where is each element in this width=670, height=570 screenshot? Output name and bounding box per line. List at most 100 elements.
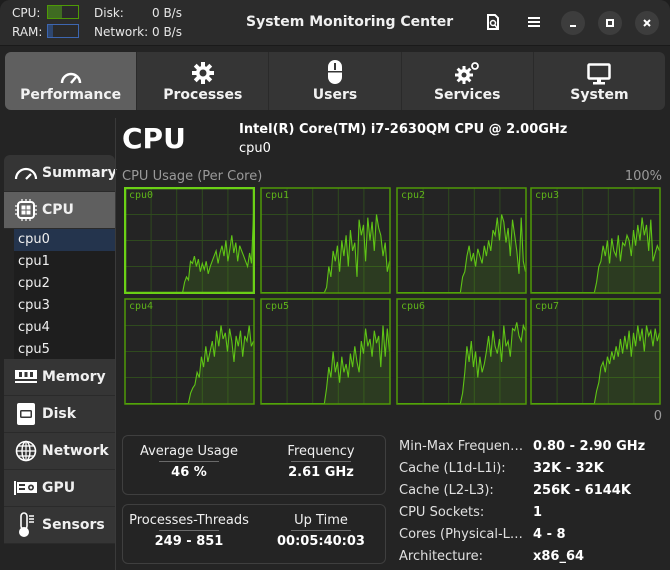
stat-value: 00:05:40:03 bbox=[277, 534, 365, 549]
sidebar-item-gpu[interactable]: GPU bbox=[4, 470, 115, 507]
tab-label: System bbox=[570, 87, 629, 103]
page-title: CPU bbox=[122, 122, 186, 155]
stat-frequency: Frequency 2.61 GHz bbox=[255, 436, 387, 480]
stat-value: 249 - 851 bbox=[154, 534, 224, 549]
cpu-list-item[interactable]: cpu2 bbox=[14, 273, 115, 295]
tab-services[interactable]: Services bbox=[402, 52, 534, 110]
close-icon bbox=[643, 19, 651, 27]
sidebar: Summary CPU cpu0 cpu1 cpu2 cpu3 cpu4 cpu… bbox=[4, 155, 117, 545]
usage-graph-title: CPU Usage (Per Core) bbox=[122, 169, 263, 184]
info-value: 0.80 - 2.90 GHz bbox=[533, 438, 646, 454]
usage-area-cpu1 bbox=[261, 214, 390, 293]
tab-label: Services bbox=[433, 87, 501, 103]
info-row-cpu-sockets: CPU Sockets: 1 bbox=[399, 501, 645, 523]
stat-label: Frequency bbox=[287, 444, 355, 459]
cpu-list-item[interactable]: cpu5 bbox=[14, 339, 115, 361]
stat-average-usage: Average Usage 46 % bbox=[123, 436, 255, 480]
report-button[interactable] bbox=[481, 10, 505, 34]
mini-cpu-bar-fill bbox=[48, 6, 62, 18]
gears-icon bbox=[455, 62, 480, 84]
tab-processes[interactable]: Processes bbox=[137, 52, 270, 110]
globe-icon bbox=[15, 440, 37, 462]
cpu-list-item[interactable]: cpu1 bbox=[14, 251, 115, 273]
sidebar-item-cpu[interactable]: CPU bbox=[4, 192, 115, 229]
mouse-icon bbox=[328, 60, 342, 84]
core-graph-cpu2[interactable]: cpu2 bbox=[396, 187, 527, 294]
core-graph-label: cpu2 bbox=[401, 190, 426, 201]
cpu-list-item[interactable]: cpu0 bbox=[14, 229, 115, 251]
core-graph-label: cpu4 bbox=[129, 301, 154, 312]
sidebar-item-network[interactable]: Network bbox=[4, 433, 115, 470]
mini-ram-label: RAM: bbox=[12, 25, 43, 39]
core-graph-label: cpu6 bbox=[401, 301, 426, 312]
sidebar-item-label: Sensors bbox=[42, 517, 105, 533]
info-row-cores: Cores (Physical-L… 4 - 8 bbox=[399, 523, 645, 545]
gear-icon bbox=[191, 62, 214, 84]
info-value: 32K - 32K bbox=[533, 460, 604, 476]
info-row-min-max-frequency: Min-Max Frequen… 0.80 - 2.90 GHz bbox=[399, 435, 645, 457]
usage-graph-min-label: 0 bbox=[653, 409, 662, 424]
cpu-list-item[interactable]: cpu3 bbox=[14, 295, 115, 317]
stat-up-time: Up Time 00:05:40:03 bbox=[255, 505, 387, 549]
info-value: x86_64 bbox=[533, 548, 585, 564]
core-graph-cpu1[interactable]: cpu1 bbox=[260, 187, 391, 294]
sidebar-item-label: Summary bbox=[42, 165, 117, 181]
sidebar-item-summary[interactable]: Summary bbox=[4, 155, 117, 192]
app-window: CPU: RAM: Disk: 0 B/s Network: 0 B/s Sys… bbox=[0, 0, 670, 570]
gpu-icon bbox=[14, 481, 37, 495]
maximize-button[interactable] bbox=[598, 11, 622, 35]
chip-icon bbox=[15, 199, 37, 221]
cpu-model-name: Intel(R) Core(TM) i7-2630QM CPU @ 2.00GH… bbox=[239, 122, 568, 137]
cpu-core-list: cpu0 cpu1 cpu2 cpu3 cpu4 cpu5 bbox=[14, 229, 115, 361]
maximize-icon bbox=[606, 19, 614, 27]
core-graph-label: cpu3 bbox=[535, 190, 560, 201]
core-graph-cpu7[interactable]: cpu7 bbox=[530, 298, 661, 405]
info-label: Cores (Physical-L… bbox=[399, 526, 523, 542]
usage-area-cpu6 bbox=[397, 322, 526, 404]
stats-box-processes: Processes-Threads 249 - 851 Up Time 00:0… bbox=[122, 504, 386, 564]
window-title: System Monitoring Center bbox=[246, 14, 454, 30]
stat-value: 46 % bbox=[171, 465, 207, 480]
tab-users[interactable]: Users bbox=[269, 52, 402, 110]
stat-divider bbox=[159, 530, 219, 531]
mini-disk-label: Disk: bbox=[94, 6, 124, 20]
core-graph-cpu3[interactable]: cpu3 bbox=[530, 187, 661, 294]
core-graph-cpu5[interactable]: cpu5 bbox=[260, 298, 391, 405]
info-label: Cache (L1d-L1i): bbox=[399, 460, 506, 476]
sidebar-item-disk[interactable]: Disk bbox=[4, 396, 115, 433]
stat-divider bbox=[291, 530, 351, 531]
stat-label: Processes-Threads bbox=[129, 513, 249, 528]
tab-system[interactable]: System bbox=[534, 52, 665, 110]
sidebar-item-memory[interactable]: Memory bbox=[4, 359, 115, 396]
sidebar-item-label: GPU bbox=[42, 480, 76, 496]
minimize-button[interactable] bbox=[561, 11, 585, 35]
cpu-list-item[interactable]: cpu4 bbox=[14, 317, 115, 339]
core-graph-label: cpu5 bbox=[265, 301, 290, 312]
hamburger-menu-icon bbox=[528, 17, 540, 27]
mini-disk-value: 0 B/s bbox=[152, 6, 182, 20]
sidebar-item-sensors[interactable]: Sensors bbox=[4, 507, 115, 544]
core-graph-cpu6[interactable]: cpu6 bbox=[396, 298, 527, 405]
tab-label: Users bbox=[312, 87, 358, 103]
sidebar-divider bbox=[115, 118, 116, 570]
info-row-cache-l1: Cache (L1d-L1i): 32K - 32K bbox=[399, 457, 645, 479]
sidebar-item-label: Memory bbox=[42, 369, 106, 385]
stat-label: Average Usage bbox=[139, 444, 239, 459]
sidebar-item-label: CPU bbox=[42, 202, 74, 218]
core-graph-cpu0[interactable]: cpu0 bbox=[124, 187, 255, 294]
close-button[interactable] bbox=[635, 11, 659, 35]
stats-box-usage: Average Usage 46 % Frequency 2.61 GHz bbox=[122, 435, 386, 495]
speedometer-icon bbox=[60, 72, 81, 84]
header-bar: CPU: RAM: Disk: 0 B/s Network: 0 B/s Sys… bbox=[0, 0, 670, 46]
menu-button[interactable] bbox=[522, 10, 546, 34]
core-graph-cpu4[interactable]: cpu4 bbox=[124, 298, 255, 405]
sidebar-item-label: Disk bbox=[42, 406, 77, 422]
tab-performance[interactable]: Performance bbox=[5, 52, 138, 110]
info-value: 1 bbox=[533, 504, 543, 520]
monitor-icon bbox=[587, 63, 612, 85]
stat-divider bbox=[291, 461, 351, 462]
mini-ram-bar bbox=[47, 24, 79, 38]
stat-value: 2.61 GHz bbox=[288, 465, 354, 480]
info-value: 256K - 6144K bbox=[533, 482, 631, 498]
tab-label: Performance bbox=[20, 87, 122, 103]
